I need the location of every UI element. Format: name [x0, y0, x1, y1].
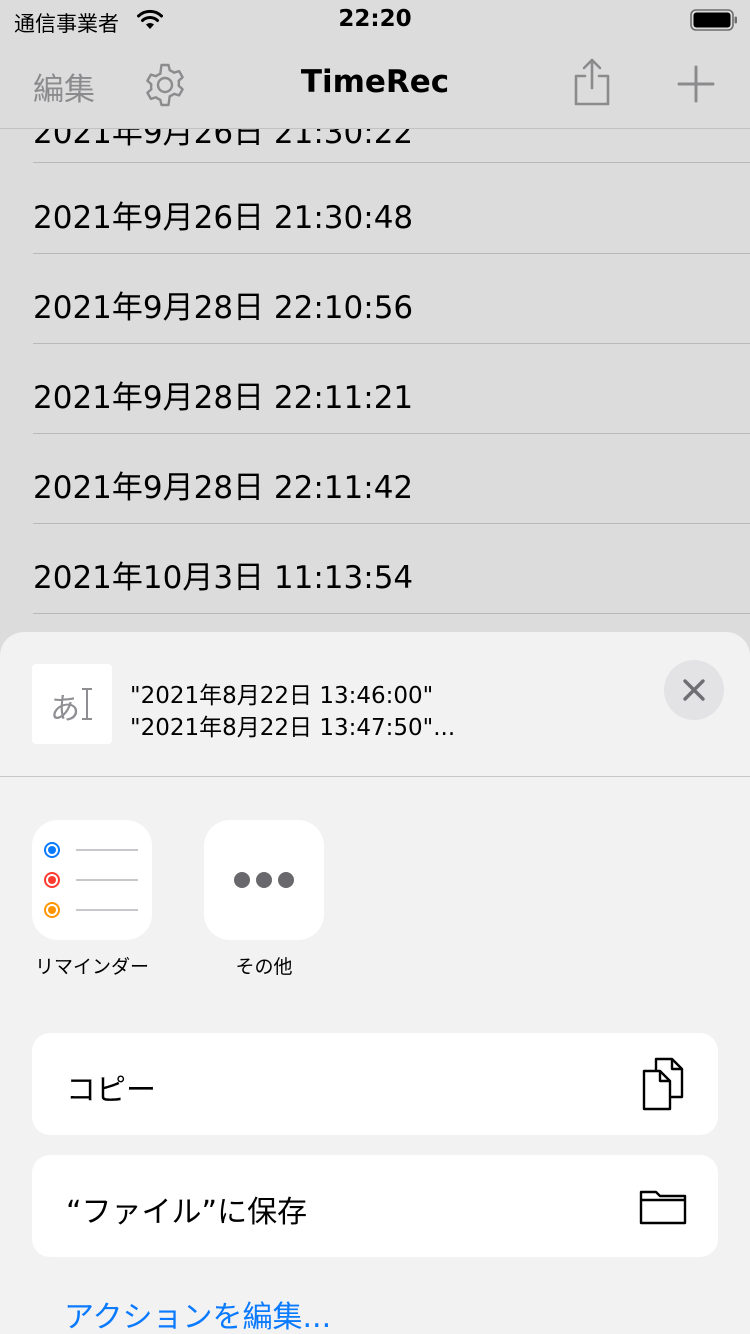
page-title: TimeRec: [300, 64, 450, 100]
more-dot: [234, 872, 250, 888]
time-record-list: 2021年9月26日 21:30:22 2021年9月26日 21:30:48 …: [0, 129, 750, 634]
status-time: 22:20: [338, 6, 412, 32]
list-item[interactable]: 2021年9月26日 21:30:22: [0, 129, 750, 163]
preview-text-line: "2021年8月22日 13:46:00": [130, 683, 434, 709]
more-apps-button[interactable]: その他: [189, 820, 339, 979]
reminder-line: [76, 909, 138, 911]
row-divider: [33, 613, 750, 614]
more-icon: [204, 820, 324, 940]
app-label: その他: [235, 956, 293, 978]
add-icon[interactable]: [676, 64, 716, 104]
list-item[interactable]: 2021年9月28日 22:11:42: [0, 434, 750, 524]
row-divider: [33, 162, 750, 163]
reminder-line: [76, 879, 138, 881]
copy-action-button[interactable]: コピー: [32, 1033, 718, 1135]
folder-icon: [639, 1190, 687, 1225]
text-document-icon: あ: [50, 692, 80, 727]
close-button[interactable]: [664, 660, 724, 720]
more-dot: [256, 872, 272, 888]
action-label: コピー: [66, 1073, 156, 1108]
close-icon: [683, 679, 705, 701]
list-item-label: 2021年10月3日 11:13:54: [33, 560, 414, 596]
reminders-icon: [32, 820, 152, 940]
reminders-app-button[interactable]: リマインダー: [17, 820, 167, 979]
share-sheet: あ "2021年8月22日 13:46:00" "2021年8月22日 13:4…: [0, 632, 750, 1334]
app-label: リマインダー: [34, 956, 149, 978]
reminder-orange-dot: [44, 902, 60, 918]
copy-icon: [642, 1057, 684, 1111]
status-bar: 通信事業者 22:20: [0, 0, 750, 40]
list-item[interactable]: 2021年9月28日 22:10:56: [0, 254, 750, 344]
list-item-label: 2021年9月28日 22:11:42: [33, 470, 414, 506]
more-dot: [278, 872, 294, 888]
battery-icon: [690, 9, 737, 31]
save-to-files-button[interactable]: “ファイル”に保存: [32, 1155, 718, 1257]
action-label: “ファイル”に保存: [66, 1195, 308, 1230]
share-icon[interactable]: [570, 56, 614, 108]
list-item-label: 2021年9月28日 22:10:56: [33, 290, 414, 326]
reminder-red-dot: [44, 872, 60, 888]
navigation-bar: 編集 TimeRec: [0, 40, 750, 129]
share-app-row: リマインダー その他: [0, 820, 750, 980]
list-item-label: 2021年9月26日 21:30:48: [33, 200, 414, 236]
preview-text-line: "2021年8月22日 13:47:50"...: [130, 715, 456, 741]
edit-actions-link[interactable]: アクションを編集...: [64, 1292, 331, 1334]
text-preview-thumbnail: あ: [32, 664, 112, 744]
reminder-blue-dot: [44, 842, 60, 858]
list-item-label: 2021年9月26日 21:30:22: [33, 129, 414, 151]
list-item[interactable]: 2021年9月26日 21:30:48: [0, 164, 750, 254]
share-sheet-header: あ "2021年8月22日 13:46:00" "2021年8月22日 13:4…: [0, 632, 750, 777]
list-item-label: 2021年9月28日 22:11:21: [33, 380, 414, 416]
reminder-line: [76, 849, 138, 851]
list-item[interactable]: 2021年10月3日 11:13:54: [0, 524, 750, 614]
text-cursor-icon: [82, 688, 92, 720]
list-item[interactable]: 2021年9月28日 22:11:21: [0, 344, 750, 434]
